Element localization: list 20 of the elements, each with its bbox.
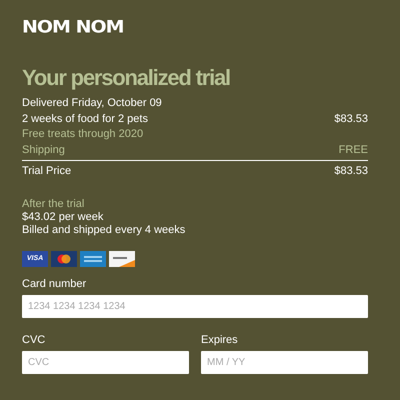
weekly-price: $43.02 per week xyxy=(22,210,104,224)
delivery-date: Delivered Friday, October 09 xyxy=(22,96,163,111)
after-heading: After the trial xyxy=(22,198,86,210)
field-label: Expires xyxy=(201,332,239,346)
input-field[interactable]: 1234 1234 1234 1234 xyxy=(22,294,368,318)
billing-note: Billed and shipped every 4 weeks xyxy=(22,224,186,236)
line-amount: $83.53 xyxy=(334,112,368,126)
logo: NOM NOM xyxy=(22,17,124,37)
input-field[interactable]: CVC xyxy=(22,350,189,374)
total-label: Trial Price xyxy=(22,164,72,179)
line-amount: FREE xyxy=(338,142,368,158)
total-amount: $83.53 xyxy=(334,164,368,179)
field-label: Card number xyxy=(22,276,88,290)
line-label: Free treats through 2020 xyxy=(22,127,144,142)
mastercard-card-icon xyxy=(51,250,77,266)
line-label: 2 weeks of food for 2 pets xyxy=(22,112,148,126)
field-label: CVC xyxy=(22,332,46,346)
input-field[interactable]: MM / YY xyxy=(201,350,368,374)
page-title: Your personalized trial xyxy=(22,65,231,91)
line-label: Shipping xyxy=(22,142,65,158)
